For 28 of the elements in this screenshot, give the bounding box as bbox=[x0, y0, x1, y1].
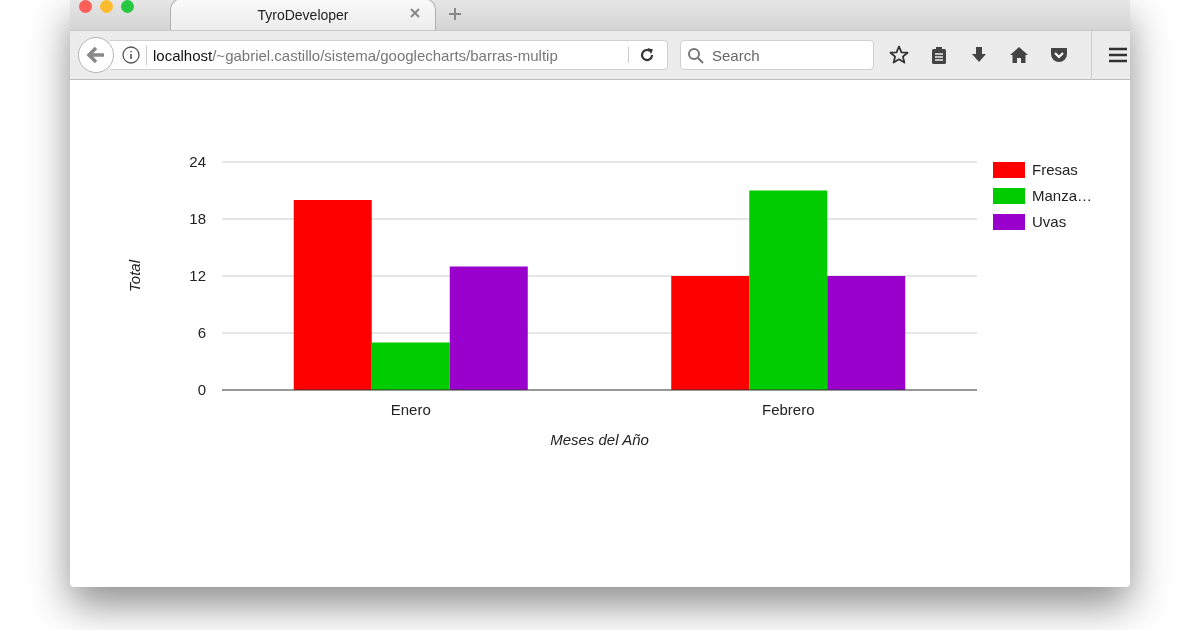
axis-tick-label: 0 bbox=[197, 381, 206, 398]
axis-tick-label: 12 bbox=[189, 267, 206, 284]
category-label: Enero bbox=[390, 401, 431, 418]
search-field[interactable]: Search bbox=[680, 40, 874, 70]
pocket-icon[interactable] bbox=[1049, 45, 1069, 65]
close-tab-icon[interactable] bbox=[409, 7, 421, 19]
search-input[interactable]: Search bbox=[712, 46, 862, 64]
legend-label: Uvas bbox=[1032, 213, 1067, 230]
new-tab-icon[interactable] bbox=[448, 7, 462, 21]
info-icon[interactable] bbox=[122, 46, 140, 64]
back-button[interactable] bbox=[78, 37, 114, 73]
category-label: Febrero bbox=[762, 401, 815, 418]
axis-tick-label: 18 bbox=[189, 210, 206, 227]
legend-label: Fresas bbox=[1032, 161, 1078, 178]
menu-icon[interactable] bbox=[1108, 45, 1128, 65]
y-axis-title: Total bbox=[126, 260, 143, 292]
x-axis-title: Meses del Año bbox=[550, 431, 649, 448]
clipboard-icon[interactable] bbox=[929, 45, 949, 65]
reload-icon[interactable] bbox=[639, 47, 655, 63]
home-icon[interactable] bbox=[1009, 45, 1029, 65]
browser-tab[interactable]: TyroDeveloper bbox=[170, 0, 436, 30]
search-icon bbox=[687, 46, 704, 64]
axis-tick-label: 6 bbox=[197, 324, 206, 341]
back-arrow-icon bbox=[86, 45, 106, 65]
axis-tick-label: 24 bbox=[189, 153, 206, 170]
address-field[interactable]: localhost/~gabriel.castillo/sistema/googlecharts/barras-multip bbox=[110, 40, 668, 70]
star-icon[interactable] bbox=[889, 45, 909, 65]
legend-label: Manza… bbox=[1032, 187, 1093, 204]
